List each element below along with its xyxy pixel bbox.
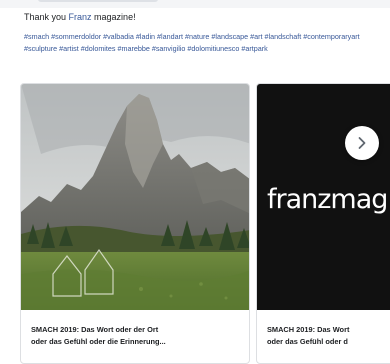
card-caption[interactable]: SMACH 2019: Das Wort oder der Ort oder d… (21, 310, 249, 363)
hashtag-list[interactable]: #smach #sommerdoldor #valbadia #ladin #l… (24, 31, 376, 55)
card-image-brand[interactable]: franzmag (257, 84, 390, 310)
link-carousel: SMACH 2019: Das Wort oder der Ort oder d… (20, 83, 390, 364)
post-message-prefix: Thank you (24, 12, 69, 22)
carousel-card[interactable]: franzmag SMACH 2019: Das Wort oder das G… (256, 83, 390, 364)
previous-post-fragment (0, 0, 390, 8)
carousel-card[interactable]: SMACH 2019: Das Wort oder der Ort oder d… (20, 83, 250, 364)
card-image-dolomites[interactable] (21, 84, 249, 310)
card-caption-line2: oder das Gefühl oder d (267, 337, 348, 346)
card-caption-line2: oder das Gefühl oder die Erinnerung... (31, 337, 166, 346)
post-message-suffix: magazine! (91, 12, 136, 22)
brand-logo: franzmag (267, 184, 388, 215)
mention-link[interactable]: Franz (69, 12, 92, 22)
mountain-landscape-illustration (21, 84, 249, 310)
card-caption[interactable]: SMACH 2019: Das Wort oder das Gefühl ode… (257, 310, 390, 363)
card-caption-line1: SMACH 2019: Das Wort (267, 325, 350, 334)
chevron-right-icon (358, 137, 366, 149)
carousel-next-button[interactable] (345, 126, 379, 160)
truncated-text (38, 0, 158, 2)
card-caption-line1: SMACH 2019: Das Wort oder der Ort (31, 325, 159, 334)
post-message: Thank you Franz magazine! (24, 12, 136, 22)
